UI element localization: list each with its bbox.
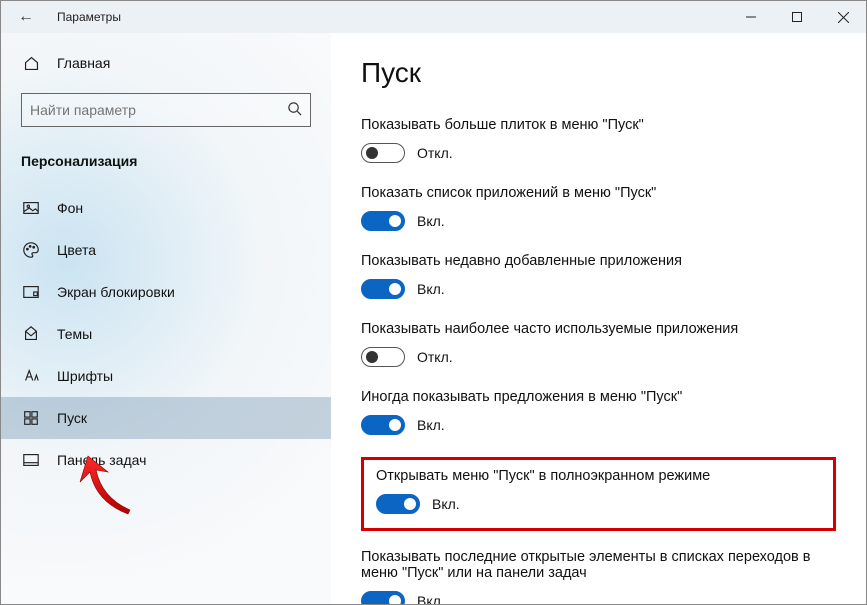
setting-label: Иногда показывать предложения в меню "Пу… xyxy=(361,389,836,405)
toggle-state-label: Откл. xyxy=(417,145,453,161)
toggle-switch[interactable] xyxy=(361,211,405,231)
lockscreen-icon xyxy=(21,283,41,301)
toggle-switch[interactable] xyxy=(376,494,420,514)
search-input[interactable] xyxy=(30,102,287,118)
minimize-button[interactable] xyxy=(728,1,774,33)
picture-icon xyxy=(21,199,41,217)
sidebar-item-label: Фон xyxy=(57,200,83,216)
font-icon xyxy=(21,367,41,385)
sidebar-item-fonts[interactable]: Шрифты xyxy=(1,355,331,397)
sidebar-item-label: Экран блокировки xyxy=(57,284,175,300)
sidebar: Главная Персонализация Фон Цвета xyxy=(1,33,331,604)
maximize-button[interactable] xyxy=(774,1,820,33)
sidebar-item-background[interactable]: Фон xyxy=(1,187,331,229)
toggle-state-label: Вкл. xyxy=(417,593,445,604)
setting-label: Показать список приложений в меню "Пуск" xyxy=(361,185,836,201)
sidebar-item-label: Пуск xyxy=(57,410,87,426)
setting-label: Показывать последние открытые элементы в… xyxy=(361,549,836,581)
sidebar-item-label: Темы xyxy=(57,326,92,342)
setting-row: Показывать больше плиток в меню "Пуск" От… xyxy=(361,117,836,163)
sidebar-item-themes[interactable]: Темы xyxy=(1,313,331,355)
setting-label: Показывать наиболее часто используемые п… xyxy=(361,321,836,337)
start-icon xyxy=(21,409,41,427)
toggle-state-label: Вкл. xyxy=(417,281,445,297)
nav-home-label: Главная xyxy=(57,55,110,71)
title-bar: ← Параметры xyxy=(1,1,866,33)
setting-label: Показывать больше плиток в меню "Пуск" xyxy=(361,117,836,133)
setting-label: Показывать недавно добавленные приложени… xyxy=(361,253,836,269)
sidebar-item-label: Шрифты xyxy=(57,368,113,384)
setting-label: Открывать меню "Пуск" в полноэкранном ре… xyxy=(376,468,821,484)
sidebar-item-taskbar[interactable]: Панель задач xyxy=(1,439,331,481)
toggle-state-label: Вкл. xyxy=(417,417,445,433)
window-title: Параметры xyxy=(51,10,121,24)
sidebar-item-colors[interactable]: Цвета xyxy=(1,229,331,271)
search-icon xyxy=(287,101,302,119)
sidebar-item-lockscreen[interactable]: Экран блокировки xyxy=(1,271,331,313)
sidebar-item-label: Панель задач xyxy=(57,452,146,468)
content-area: Пуск Показывать больше плиток в меню "Пу… xyxy=(331,33,866,604)
setting-row: Открывать меню "Пуск" в полноэкранном ре… xyxy=(361,457,836,531)
toggle-switch[interactable] xyxy=(361,347,405,367)
toggle-switch[interactable] xyxy=(361,279,405,299)
setting-row: Показывать недавно добавленные приложени… xyxy=(361,253,836,299)
setting-row: Показывать последние открытые элементы в… xyxy=(361,549,836,604)
toggle-state-label: Откл. xyxy=(417,349,453,365)
section-title: Персонализация xyxy=(1,145,331,187)
home-icon xyxy=(21,55,41,72)
nav-home[interactable]: Главная xyxy=(1,43,331,83)
back-button[interactable]: ← xyxy=(1,1,51,33)
toggle-state-label: Вкл. xyxy=(432,496,460,512)
setting-row: Показать список приложений в меню "Пуск"… xyxy=(361,185,836,231)
toggle-state-label: Вкл. xyxy=(417,213,445,229)
setting-row: Показывать наиболее часто используемые п… xyxy=(361,321,836,367)
palette-icon xyxy=(21,241,41,259)
toggle-switch[interactable] xyxy=(361,415,405,435)
sidebar-item-label: Цвета xyxy=(57,242,96,258)
toggle-switch[interactable] xyxy=(361,143,405,163)
search-input-container[interactable] xyxy=(21,93,311,127)
sidebar-item-start[interactable]: Пуск xyxy=(1,397,331,439)
close-button[interactable] xyxy=(820,1,866,33)
toggle-switch[interactable] xyxy=(361,591,405,604)
taskbar-icon xyxy=(21,451,41,469)
page-title: Пуск xyxy=(361,57,836,89)
themes-icon xyxy=(21,325,41,343)
setting-row: Иногда показывать предложения в меню "Пу… xyxy=(361,389,836,435)
